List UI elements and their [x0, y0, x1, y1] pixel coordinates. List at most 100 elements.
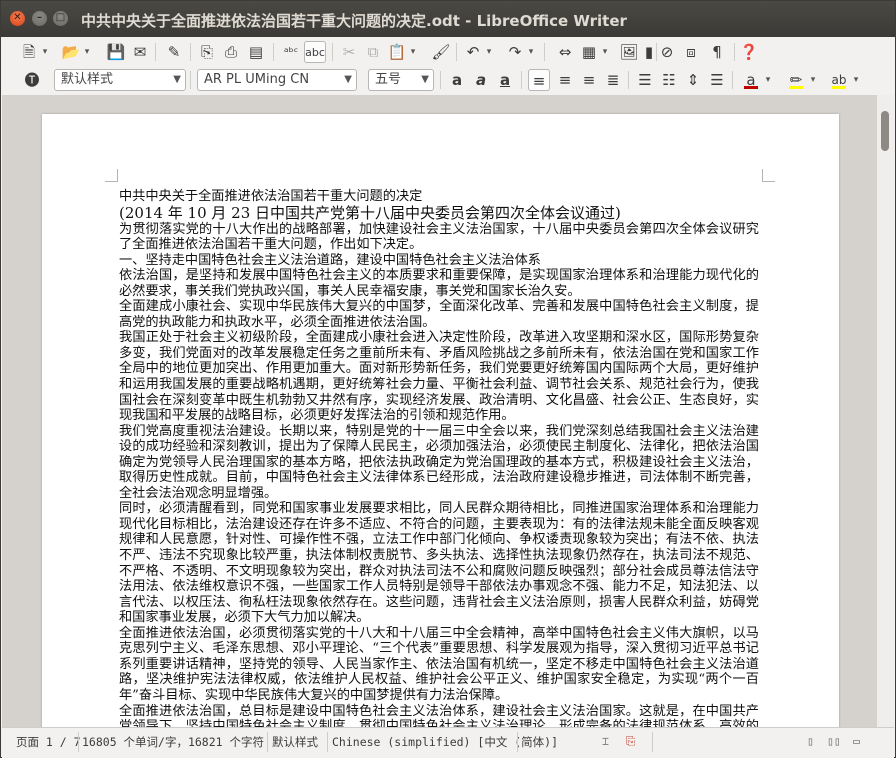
- open-folder-icon[interactable]: 📂: [60, 41, 82, 63]
- multi-page-view-icon[interactable]: ▯▯: [827, 734, 841, 748]
- underline-icon[interactable]: a: [494, 69, 516, 91]
- document-body[interactable]: 中共中央关于全面推进依法治国若干重大问题的决定 (2014 年 10 月 23 …: [119, 189, 759, 727]
- chevron-down-icon[interactable]: ▼: [173, 70, 181, 90]
- open-dropdown-chevron-icon[interactable]: ▾: [82, 41, 92, 63]
- document-paragraph: 全面推进依法治国，必须贯彻落实党的十八大和十八届三中全会精神，高举中国特色社会主…: [119, 625, 759, 703]
- formatting-marks-icon[interactable]: ¶: [706, 41, 728, 63]
- align-right-icon[interactable]: ≡: [578, 69, 600, 91]
- chevron-down-icon[interactable]: ▼: [421, 70, 429, 90]
- copy-icon[interactable]: ⧉: [362, 41, 384, 63]
- document-paragraph: 同时，必须清醒看到，同党和国家事业发展要求相比，同人民群众期待相比，同推进国家治…: [119, 501, 759, 626]
- outline-list-icon[interactable]: ☰: [706, 69, 728, 91]
- toolbar-separator: [190, 71, 191, 89]
- undo-icon[interactable]: ↶: [462, 41, 484, 63]
- window-title: 中共中央关于全面推进依法治国若干重大问题的决定.odt - LibreOffic…: [81, 12, 627, 30]
- status-separator: [327, 732, 328, 752]
- document-paragraph: 我们党高度重视法治建设。长期以来，特别是党的十一届三中全会以来，我们党深刻总结我…: [119, 423, 759, 501]
- toolbar-separator: [155, 43, 156, 61]
- scrollbar-thumb[interactable]: [881, 111, 889, 151]
- toolbar-separator: [273, 43, 274, 61]
- document-paragraph: 全面建成小康社会、实现中华民族伟大复兴的中国梦，全面深化改革、完善和发展中国特色…: [119, 299, 759, 330]
- font-name-combo[interactable]: AR PL UMing CN ▼: [197, 69, 357, 91]
- new-dropdown-chevron-icon[interactable]: ▾: [40, 41, 50, 63]
- word-count[interactable]: 16805 个单词/字，16821 个字符: [82, 734, 264, 750]
- unordered-list-icon[interactable]: ☰: [634, 69, 656, 91]
- toolbar-separator: [440, 71, 441, 89]
- font-color-icon[interactable]: a: [740, 69, 762, 91]
- redo-dropdown-chevron-icon[interactable]: ▾: [526, 41, 536, 63]
- chevron-down-icon[interactable]: ▼: [344, 70, 352, 90]
- print-icon[interactable]: ⎙: [220, 41, 242, 63]
- find-replace-icon[interactable]: ⇔: [554, 41, 576, 63]
- highlight-color-icon[interactable]: ✏: [785, 69, 807, 91]
- close-button[interactable]: ✕: [10, 11, 25, 26]
- language-indicator[interactable]: Chinese (simplified) [中文 (简体)]: [332, 734, 558, 750]
- status-bar: 页面 1 / 7 16805 个单词/字，16821 个字符 默认样式 Chin…: [2, 727, 894, 758]
- clone-formatting-icon[interactable]: 🖌: [430, 41, 452, 63]
- highlight-color-swatch: [789, 86, 803, 89]
- document-modified-icon[interactable]: ⎘: [626, 734, 635, 749]
- cut-icon[interactable]: ✂: [338, 41, 360, 63]
- font-name-value: AR PL UMing CN: [204, 72, 310, 87]
- paragraph-style-value: 默认样式: [61, 72, 114, 87]
- status-separator: [267, 732, 268, 752]
- align-left-icon[interactable]: ≡: [528, 69, 550, 91]
- selection-mode-icon[interactable]: ⌶: [602, 734, 609, 748]
- status-separator: [517, 732, 518, 752]
- text-boundary-corner: [105, 169, 118, 182]
- paragraph-style-combo[interactable]: 默认样式 ▼: [54, 69, 186, 91]
- document-heading: 中共中央关于全面推进依法治国若干重大问题的决定: [119, 189, 423, 204]
- page-style[interactable]: 默认样式: [272, 734, 318, 750]
- paragraph-style-icon[interactable]: 🅣: [21, 69, 43, 91]
- document-subheading: (2014 年 10 月 23 日中国共产党第十八届中央委员会第四次全体会议通过…: [119, 203, 621, 222]
- align-center-icon[interactable]: ≡: [554, 69, 576, 91]
- status-separator: [78, 732, 79, 752]
- spelling-icon[interactable]: ᵃᵇᶜ: [280, 41, 302, 63]
- page-indicator[interactable]: 页面 1 / 7: [16, 734, 81, 750]
- minimize-button[interactable]: –: [32, 11, 47, 26]
- bold-icon[interactable]: a: [446, 69, 468, 91]
- writer-window: ✕ – □ 中共中央关于全面推进依法治国若干重大问题的决定.odt - Libr…: [0, 0, 896, 758]
- edit-mode-icon[interactable]: ✎: [163, 41, 185, 63]
- italic-icon[interactable]: a: [470, 69, 492, 91]
- save-icon[interactable]: 💾: [105, 41, 127, 63]
- document-paragraph: 一、坚持走中国特色社会主义法治道路，建设中国特色社会主义法治体系: [119, 252, 541, 268]
- autospellcheck-icon[interactable]: abc: [304, 41, 326, 63]
- export-pdf-icon[interactable]: ⎘: [196, 41, 218, 63]
- redo-icon[interactable]: ↷: [504, 41, 526, 63]
- font-size-value: 五号: [375, 72, 402, 87]
- font-color-swatch: [744, 86, 758, 89]
- standard-toolbar: 🗎 ▾ 📂 ▾ 💾 ✉ ✎ ⎘ ⎙ ▤ ᵃᵇᶜ abc ✂ ⧉ 📋 ▾ 🖌 ↶ …: [2, 37, 894, 67]
- paste-dropdown-chevron-icon[interactable]: ▾: [408, 41, 418, 63]
- new-document-icon[interactable]: 🗎: [18, 41, 40, 63]
- vertical-scrollbar[interactable]: [877, 95, 894, 727]
- highlight-dropdown-chevron-icon[interactable]: ▾: [808, 69, 818, 91]
- print-preview-icon[interactable]: ▤: [245, 41, 267, 63]
- maximize-button[interactable]: □: [53, 11, 68, 26]
- document-page[interactable]: 中共中央关于全面推进依法治国若干重大问题的决定 (2014 年 10 月 23 …: [42, 114, 839, 727]
- insert-table-icon[interactable]: ▦: [578, 41, 600, 63]
- char-background-dropdown-chevron-icon[interactable]: ▾: [851, 69, 861, 91]
- paste-icon[interactable]: 📋: [386, 41, 408, 63]
- font-color-dropdown-chevron-icon[interactable]: ▾: [763, 69, 773, 91]
- document-paragraph: 依法治国，是坚持和发展中国特色社会主义的本质要求和重要保障，是实现国家治理体系和…: [119, 268, 759, 299]
- undo-dropdown-chevron-icon[interactable]: ▾: [484, 41, 494, 63]
- font-size-combo[interactable]: 五号 ▼: [368, 69, 434, 91]
- align-justify-icon[interactable]: ≣: [602, 69, 624, 91]
- document-paragraph: 我国正处于社会主义初级阶段，全面建成小康社会进入决定性阶段，改革进入攻坚期和深水…: [119, 330, 759, 424]
- insert-field-icon[interactable]: ⊘: [656, 41, 678, 63]
- line-spacing-icon[interactable]: ⇕: [682, 69, 704, 91]
- text-boundary-corner: [762, 169, 775, 182]
- toolbar-separator: [628, 71, 629, 89]
- toolbar-separator: [456, 43, 457, 61]
- table-dropdown-chevron-icon[interactable]: ▾: [600, 41, 610, 63]
- char-background-icon[interactable]: ab: [828, 69, 850, 91]
- navigator-icon[interactable]: ⧈: [680, 41, 702, 63]
- help-icon[interactable]: ❓: [738, 41, 760, 63]
- email-icon[interactable]: ✉: [129, 41, 151, 63]
- book-view-icon[interactable]: ▭: [853, 734, 860, 748]
- ordered-list-icon[interactable]: ☷: [658, 69, 680, 91]
- insert-image-icon[interactable]: 🖼: [618, 41, 640, 63]
- title-bar: ✕ – □ 中共中央关于全面推进依法治国若干重大问题的决定.odt - Libr…: [1, 1, 895, 37]
- single-page-view-icon[interactable]: ▯: [807, 734, 814, 748]
